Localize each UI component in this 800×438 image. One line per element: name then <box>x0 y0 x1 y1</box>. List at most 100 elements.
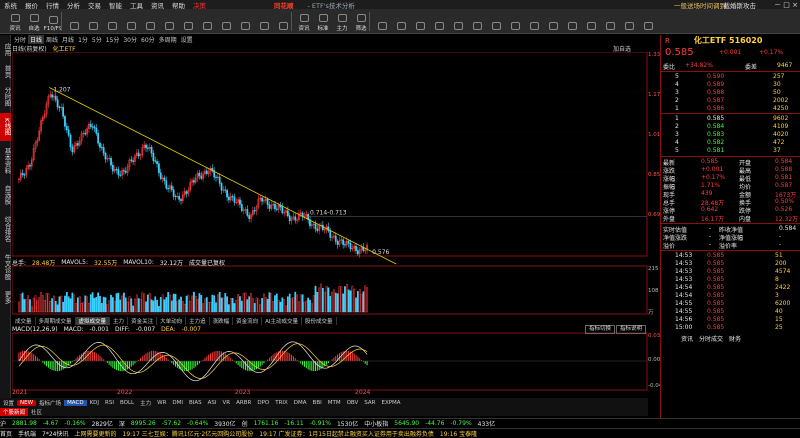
toolbar-button[interactable] <box>430 11 448 32</box>
toolbar-button[interactable] <box>487 11 505 32</box>
indicator-help-button[interactable]: 指标说明 <box>616 325 647 334</box>
volume-subtab[interactable]: 股份成交量 <box>302 316 337 325</box>
toolbar-button[interactable] <box>255 11 273 32</box>
toolbar-button[interactable]: 资讯 <box>295 11 313 32</box>
toolbar-button[interactable] <box>449 11 467 32</box>
bottom-tab[interactable]: 社区 <box>28 408 45 416</box>
toolbar-button[interactable] <box>217 11 235 32</box>
toolbar-button[interactable]: 主力 <box>333 11 351 32</box>
indicator-tab[interactable]: KDJ <box>87 400 102 406</box>
indicator-tab[interactable]: WR <box>154 400 169 406</box>
period-tab[interactable]: 1分 <box>76 35 90 44</box>
indicator-tab[interactable]: DMA <box>291 400 310 406</box>
chart-area[interactable]: 1.207 0.714-0.713 0.576 <box>12 52 648 398</box>
volume-subtab[interactable]: 主力 <box>110 316 129 325</box>
sidebar-item[interactable]: 首页 <box>0 61 11 81</box>
news-item[interactable]: 19:17 广发证券：1月15日起禁止融资买入证券用于卖出融券负债 <box>259 429 434 438</box>
volume-bar <box>255 297 258 313</box>
toolbar-button[interactable] <box>601 11 619 32</box>
toolbar-button[interactable] <box>160 11 178 32</box>
news-item[interactable]: 上网需要更新的 <box>74 429 116 438</box>
indicator-tab[interactable]: BBI <box>310 400 325 406</box>
toolbar-button[interactable] <box>141 11 159 32</box>
indicator-tab[interactable]: BIAS <box>186 400 205 406</box>
news-item[interactable]: 19:17 三七互娱：腾讯1亿元·2亿元回购公司股份 <box>123 429 254 438</box>
indicator-tab[interactable]: ARBR <box>233 400 254 406</box>
volume-subtab[interactable]: 成交量 <box>12 316 36 325</box>
sidebar-item[interactable]: K线图 <box>0 113 11 141</box>
quote-tab[interactable]: 分时成交 <box>699 334 723 343</box>
toolbar-button[interactable] <box>274 11 292 32</box>
toolbar-button[interactable] <box>639 11 657 32</box>
toolbar-button[interactable] <box>468 11 486 32</box>
toolbar-button[interactable] <box>392 11 410 32</box>
toolbar-button[interactable] <box>582 11 600 32</box>
indicator-tab[interactable]: NEW <box>17 399 37 406</box>
indicator-tab[interactable]: MTM <box>325 400 344 406</box>
news-item[interactable]: 19:16 宝泰隆 <box>440 429 477 438</box>
toolbar-button[interactable] <box>236 11 254 32</box>
indicator-tab[interactable]: EXPMA <box>378 400 403 406</box>
bottom-tab[interactable]: 个股新闻 <box>0 407 29 416</box>
period-tab[interactable]: 分时 <box>12 35 28 44</box>
toolbar-button[interactable]: 资讯 <box>6 11 24 32</box>
toolbar-button[interactable] <box>563 11 581 32</box>
volume-subtab[interactable]: 资金关注 <box>128 316 158 325</box>
toolbar-button[interactable] <box>65 11 83 32</box>
period-tab[interactable]: 日线 <box>28 35 45 44</box>
period-tab[interactable]: 月线 <box>60 35 76 44</box>
quote-tab[interactable]: 资讯 <box>681 334 693 343</box>
indicator-tab[interactable]: 指标广场 <box>36 399 64 407</box>
toolbar-button[interactable] <box>525 11 543 32</box>
volume-subtab[interactable]: 资金流向 <box>233 316 263 325</box>
toolbar-button[interactable] <box>373 11 391 32</box>
sidebar-item[interactable]: 自选股 <box>0 181 11 209</box>
toolbar-button[interactable] <box>411 11 429 32</box>
sidebar-item[interactable]: 基本资料 <box>0 143 11 179</box>
sidebar-item[interactable]: 牛叉诊股 <box>0 249 11 285</box>
volume-subtab[interactable]: AI主动成交量 <box>262 316 303 325</box>
indicator-tab[interactable]: BOLL <box>117 400 137 406</box>
toolbar-button[interactable]: 标准 <box>314 11 332 32</box>
indicator-tab[interactable]: 设置 <box>0 399 17 407</box>
sidebar-item[interactable]: 综合排名 <box>0 211 11 247</box>
toolbar-button[interactable] <box>84 11 102 32</box>
period-tab[interactable]: 多周期 <box>157 35 179 44</box>
period-tab[interactable]: 设置 <box>179 35 195 44</box>
toolbar-button[interactable] <box>198 11 216 32</box>
sidebar-item[interactable]: 应用 <box>0 39 11 59</box>
indicator-tab[interactable]: VR <box>220 400 234 406</box>
indicator-tab[interactable]: OBV <box>344 400 362 406</box>
toolbar-button[interactable]: 自选 <box>25 11 43 32</box>
toolbar-button[interactable] <box>544 11 562 32</box>
indicator-tab[interactable]: DPO <box>254 400 272 406</box>
indicator-tab[interactable]: MACD <box>64 399 87 406</box>
period-tab[interactable]: 30分 <box>121 35 139 44</box>
volume-subtab[interactable]: 虚拟成交量 <box>75 316 111 325</box>
indicator-tab[interactable]: ASI <box>205 400 220 406</box>
volume-subtab[interactable]: 涨跌幅 <box>210 316 234 325</box>
indicator-tab[interactable]: SAR <box>361 400 378 406</box>
toolbar-button[interactable]: 筛选 <box>352 11 370 32</box>
toolbar-button[interactable] <box>620 11 638 32</box>
sidebar-item[interactable]: 更多 <box>0 287 11 307</box>
indicator-switch-button[interactable]: 指标切换 <box>585 325 616 334</box>
indicator-tab[interactable]: TRIX <box>272 400 291 406</box>
period-tab[interactable]: 15分 <box>104 35 122 44</box>
period-tab[interactable]: 60分 <box>139 35 157 44</box>
toolbar-button[interactable]: F10/F9 <box>44 11 62 32</box>
period-tab[interactable]: 周线 <box>44 35 60 44</box>
quote-tab[interactable]: 财务 <box>729 334 741 343</box>
indicator-tab[interactable]: DMI <box>169 400 186 406</box>
toolbar-button[interactable] <box>506 11 524 32</box>
volume-subtab[interactable]: 多周期成交量 <box>36 316 76 325</box>
toolbar-button[interactable] <box>122 11 140 32</box>
volume-subtab[interactable]: 大单动向 <box>157 316 187 325</box>
toolbar-button[interactable] <box>179 11 197 32</box>
indicator-tab[interactable]: 主力 <box>137 399 154 407</box>
sidebar-item[interactable]: 分时图 <box>0 83 11 111</box>
toolbar-button[interactable] <box>103 11 121 32</box>
period-tab[interactable]: 5分 <box>90 35 104 44</box>
indicator-tab[interactable]: RSI <box>102 400 117 406</box>
volume-subtab[interactable]: 主力追 <box>186 316 210 325</box>
